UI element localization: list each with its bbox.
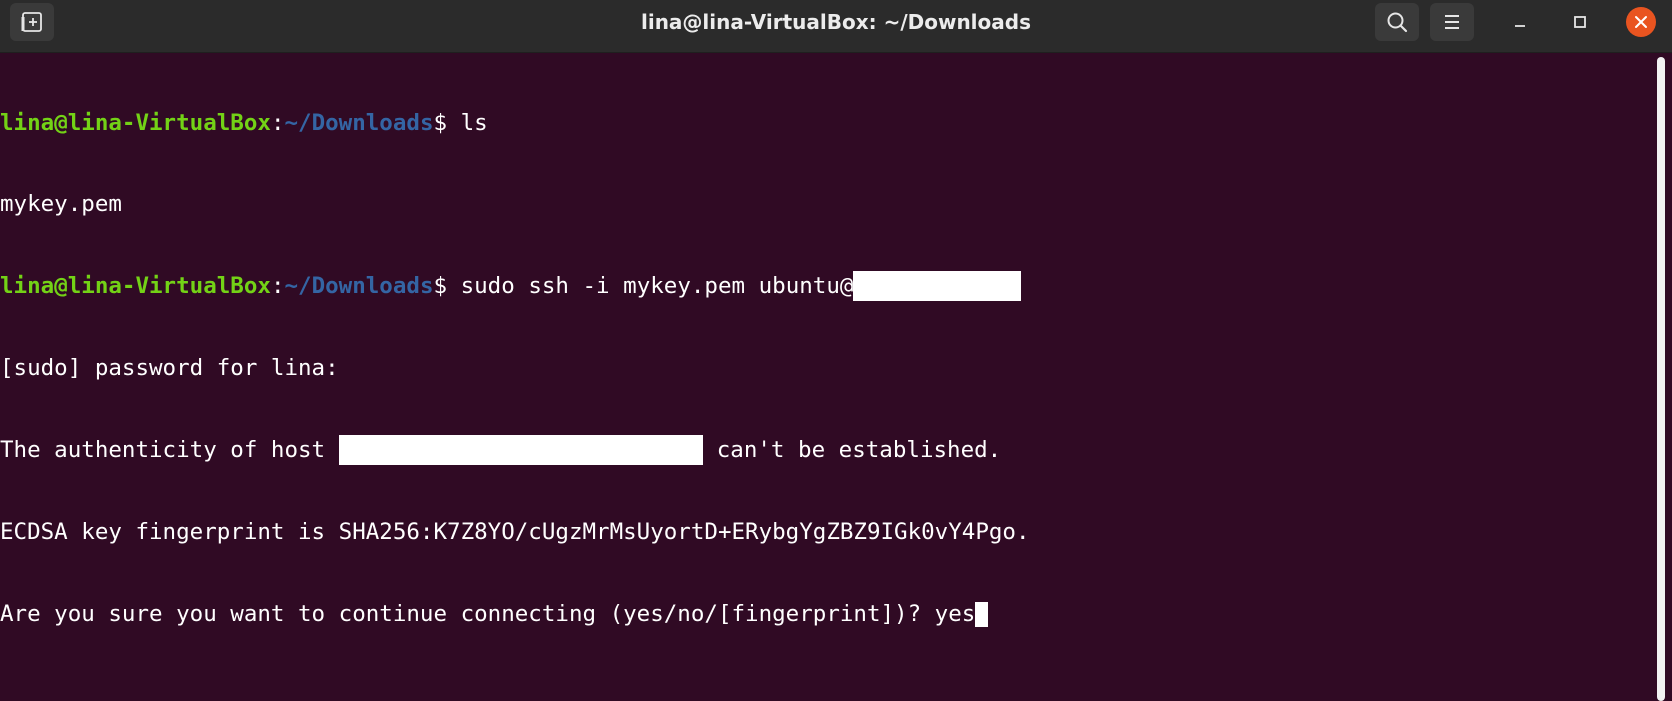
window-title: lina@lina-VirtualBox: ~/Downloads xyxy=(640,10,1031,34)
output-line: [sudo] password for lina: xyxy=(0,355,339,382)
prompt-dollar: $ xyxy=(433,109,461,136)
prompt-separator: : xyxy=(270,273,285,300)
output-line: ECDSA key fingerprint is SHA256:K7Z8YO/c… xyxy=(0,519,1030,546)
prompt-path: ~/Downloads xyxy=(284,109,434,136)
output-text: Are you sure you want to continue connec… xyxy=(0,600,976,627)
output-line: Are you sure you want to continue connec… xyxy=(0,601,1650,628)
command-text: ls xyxy=(460,109,488,136)
close-icon xyxy=(1635,16,1647,28)
menu-button[interactable] xyxy=(1430,3,1474,41)
minimize-icon xyxy=(1515,25,1525,27)
maximize-button[interactable] xyxy=(1562,4,1598,40)
search-button[interactable] xyxy=(1375,3,1419,41)
terminal-window: lina@lina-VirtualBox: ~/Downloads lina@l… xyxy=(0,0,1672,701)
search-icon xyxy=(1387,12,1408,33)
output-line: mykey.pem xyxy=(0,191,122,218)
command-text: sudo ssh -i mykey.pem ubuntu@ xyxy=(460,273,854,300)
prompt-line: lina@lina-VirtualBox:~/Downloads$ sudo s… xyxy=(0,271,1650,302)
scrollbar[interactable] xyxy=(1657,57,1665,701)
text-cursor xyxy=(975,601,989,627)
maximize-icon xyxy=(1574,16,1586,28)
prompt-dollar: $ xyxy=(433,273,461,300)
redacted-host xyxy=(339,435,704,466)
prompt-path: ~/Downloads xyxy=(284,273,434,300)
close-button[interactable] xyxy=(1623,4,1659,40)
prompt-line: lina@lina-VirtualBox:~/Downloads$ ls xyxy=(0,110,1650,137)
new-tab-icon xyxy=(21,12,42,32)
prompt-separator: : xyxy=(270,109,285,136)
new-tab-button[interactable] xyxy=(10,3,54,41)
redacted-host xyxy=(853,271,1022,302)
prompt-user: lina@lina-VirtualBox xyxy=(0,273,271,300)
minimize-button[interactable] xyxy=(1502,4,1538,40)
hamburger-menu-icon xyxy=(1445,15,1459,29)
title-bar[interactable]: lina@lina-VirtualBox: ~/Downloads xyxy=(0,0,1672,53)
terminal-output[interactable]: lina@lina-VirtualBox:~/Downloads$ ls myk… xyxy=(0,53,1650,701)
prompt-user: lina@lina-VirtualBox xyxy=(0,109,271,136)
close-button-circle xyxy=(1626,7,1656,37)
output-text: The authenticity of host ' xyxy=(0,437,353,464)
output-text: can't be established. xyxy=(703,437,1002,464)
output-line: The authenticity of host ' can't be esta… xyxy=(0,435,1650,466)
